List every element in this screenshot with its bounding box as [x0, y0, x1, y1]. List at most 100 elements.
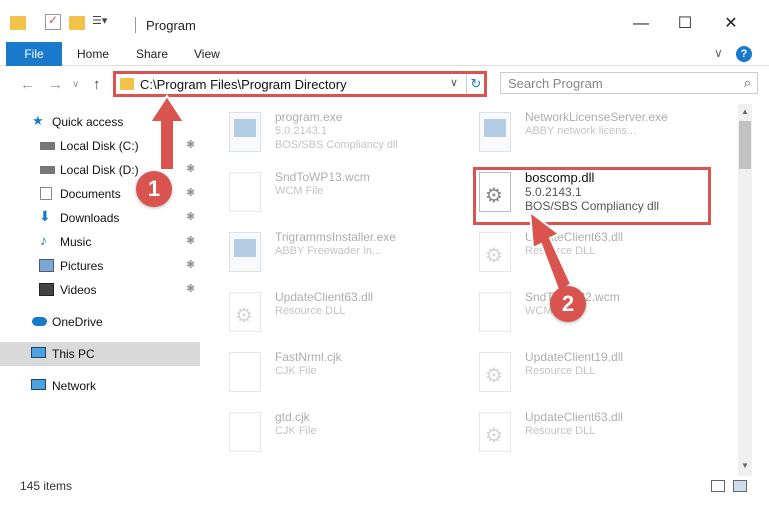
step-2-callout: 2: [550, 286, 586, 322]
expand-ribbon-icon[interactable]: ∨: [714, 46, 723, 60]
document-file-icon: [229, 412, 261, 452]
file-name: gtd.cjk: [275, 410, 310, 424]
tab-file[interactable]: File: [6, 42, 62, 66]
search-input[interactable]: Search Program ⌕: [500, 72, 758, 94]
pictures-icon: [39, 259, 54, 272]
videos-icon: [39, 283, 54, 296]
file-type: CJK File: [275, 425, 317, 437]
navigation-pane: ★ Quick access Local Disk (C:) ✱ Local D…: [0, 104, 200, 474]
properties-icon[interactable]: ✓: [45, 13, 61, 30]
up-icon[interactable]: ↑: [93, 76, 101, 93]
file-name: UpdateClient63.dll: [275, 290, 374, 304]
chevron-down-icon[interactable]: ∨: [450, 76, 458, 89]
network-icon: [31, 379, 46, 390]
file-item[interactable]: program.exe 5.0.2143.1 BOS/SBS Complianc…: [205, 106, 445, 162]
scroll-up-icon[interactable]: ▲: [739, 106, 751, 118]
file-type: Resource DLL: [525, 425, 596, 437]
file-item[interactable]: UpdateClient19.dll Resource DLL: [455, 346, 695, 402]
sidebar-item-pictures[interactable]: Pictures ✱: [0, 254, 200, 278]
help-icon[interactable]: ?: [736, 46, 752, 62]
exe-file-icon: [229, 232, 261, 272]
sidebar-item-label: Network: [52, 379, 97, 393]
dll-file-icon: [229, 292, 261, 332]
address-path[interactable]: C:\Program Files\Program Directory: [140, 77, 347, 92]
step-1-callout: 1: [136, 171, 172, 207]
details-view-icon[interactable]: [711, 480, 725, 492]
address-bar[interactable]: C:\Program Files\Program Directory ∨ ↻: [113, 71, 487, 97]
pin-icon[interactable]: ✱: [186, 258, 195, 271]
tab-view[interactable]: View: [194, 42, 220, 66]
scroll-thumb[interactable]: [739, 121, 751, 169]
back-icon[interactable]: ←: [20, 76, 35, 93]
sidebar-item-local-disk-c[interactable]: Local Disk (C:) ✱: [0, 134, 200, 158]
forward-icon[interactable]: →: [48, 76, 63, 93]
pin-icon[interactable]: ✱: [186, 138, 195, 151]
file-name: FastNrml.cjk: [275, 350, 342, 364]
pin-icon[interactable]: ✱: [186, 282, 195, 295]
sidebar-item-label: Local Disk (D:): [60, 163, 139, 177]
recent-locations-icon[interactable]: ∨: [72, 79, 79, 90]
tab-share[interactable]: Share: [136, 42, 168, 66]
refresh-icon[interactable]: ↻: [466, 74, 485, 94]
pin-icon[interactable]: ✱: [186, 234, 195, 247]
sidebar-item-label: Music: [60, 235, 92, 249]
file-item[interactable]: gtd.cjk CJK File: [205, 406, 445, 462]
sidebar-item-videos[interactable]: Videos ✱: [0, 278, 200, 302]
maximize-button[interactable]: ☐: [670, 12, 700, 36]
file-type: CJK File: [275, 365, 317, 377]
search-icon[interactable]: ⌕: [744, 75, 751, 91]
tab-home[interactable]: Home: [77, 42, 109, 66]
pin-icon[interactable]: ✱: [186, 162, 195, 175]
file-description: ABBY Freewader In...: [275, 245, 382, 257]
file-item[interactable]: UpdateClient63.dll Resource DLL: [455, 406, 695, 462]
sidebar-item-music[interactable]: ♪ Music ✱: [0, 230, 200, 254]
drive-icon: [40, 142, 55, 150]
sidebar-item-quick-access[interactable]: ★ Quick access: [0, 110, 200, 134]
sidebar-item-downloads[interactable]: ⬇ Downloads ✱: [0, 206, 200, 230]
sidebar-item-network[interactable]: Network: [0, 374, 200, 398]
item-count: 145 items: [20, 479, 73, 493]
sidebar-item-label: This PC: [52, 347, 95, 361]
file-type: Resource DLL: [525, 245, 596, 257]
download-icon: ⬇: [39, 208, 51, 224]
computer-icon: [31, 347, 46, 358]
file-item[interactable]: FastNrml.cjk CJK File: [205, 346, 445, 402]
sidebar-item-label: Downloads: [60, 211, 120, 225]
document-file-icon: [479, 292, 511, 332]
new-folder-icon[interactable]: [69, 16, 85, 30]
drive-icon: [40, 166, 55, 174]
folder-icon: [10, 16, 26, 30]
dll-file-icon: [479, 352, 511, 392]
highlight-box: [473, 167, 711, 225]
file-item[interactable]: TrigrammsInstaller.exe ABBY Freewader In…: [205, 226, 445, 282]
file-name: SndToWP13.wcm: [275, 170, 370, 184]
dll-file-icon: [479, 412, 511, 452]
file-item[interactable]: UpdateClient63.dll Resource DLL: [205, 286, 445, 342]
customize-toolbar-icon[interactable]: ☰▾: [92, 14, 116, 30]
title-separator: [135, 17, 136, 33]
file-name: UpdateClient63.dll: [525, 410, 624, 424]
file-name: UpdateClient19.dll: [525, 350, 624, 364]
sidebar-item-this-pc[interactable]: This PC: [0, 342, 200, 366]
file-list: program.exe 5.0.2143.1 BOS/SBS Complianc…: [205, 104, 735, 474]
file-name: NetworkLicenseServer.exe: [525, 110, 668, 124]
pin-icon[interactable]: ✱: [186, 210, 195, 223]
sidebar-item-onedrive[interactable]: OneDrive: [0, 310, 200, 334]
close-button[interactable]: ✕: [716, 12, 746, 36]
minimize-button[interactable]: —: [626, 12, 656, 36]
sidebar-item-local-disk-d[interactable]: Local Disk (D:) ✱: [0, 158, 200, 182]
folder-icon: [120, 78, 134, 90]
sidebar-item-label: Documents: [60, 187, 121, 201]
file-item[interactable]: NetworkLicenseServer.exe ABBY network li…: [455, 106, 695, 162]
file-item[interactable]: SndToWP13.wcm WCM File: [205, 166, 445, 222]
vertical-scrollbar[interactable]: ▲ ▼: [738, 104, 752, 476]
pin-icon[interactable]: ✱: [186, 186, 195, 199]
document-file-icon: [229, 172, 261, 212]
scroll-down-icon[interactable]: ▼: [739, 460, 751, 472]
file-description: ABBY network licens...: [525, 125, 637, 137]
sidebar-item-label: Local Disk (C:): [60, 139, 139, 153]
file-name: program.exe: [275, 110, 343, 124]
file-type: Resource DLL: [525, 365, 596, 377]
file-item[interactable]: UpdateClient63.dll Resource DLL: [455, 226, 695, 282]
large-icons-view-icon[interactable]: [733, 480, 747, 492]
